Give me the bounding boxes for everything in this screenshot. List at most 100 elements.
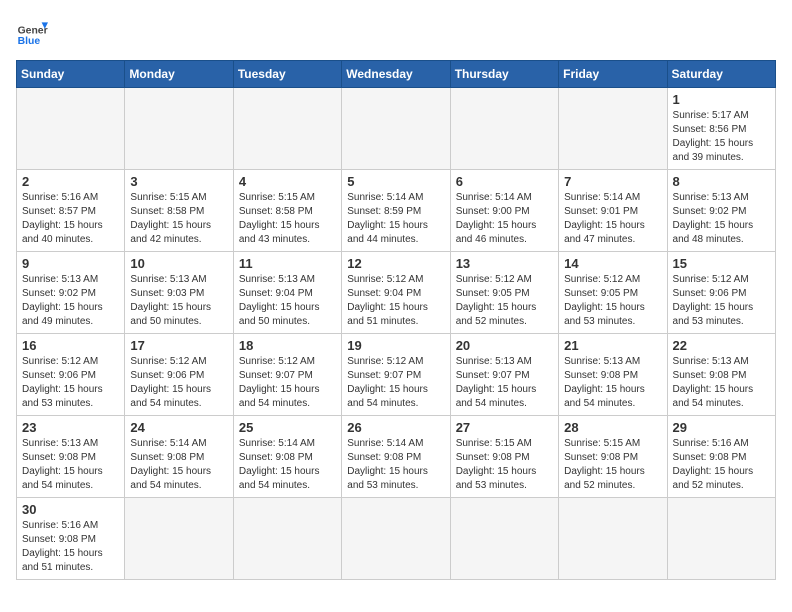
calendar-header: General Blue: [16, 16, 776, 48]
day-number: 8: [673, 174, 770, 189]
day-info: Sunrise: 5:13 AM Sunset: 9:02 PM Dayligh…: [22, 273, 119, 329]
day-number: 28: [564, 420, 661, 435]
day-number: 30: [22, 502, 119, 517]
day-info: Sunrise: 5:12 AM Sunset: 9:05 PM Dayligh…: [564, 273, 661, 329]
col-monday: Monday: [125, 61, 233, 88]
day-number: 27: [456, 420, 553, 435]
calendar-cell: [125, 88, 233, 170]
day-info: Sunrise: 5:15 AM Sunset: 8:58 PM Dayligh…: [130, 191, 227, 247]
day-info: Sunrise: 5:16 AM Sunset: 9:08 PM Dayligh…: [673, 437, 770, 493]
calendar-cell: 13 Sunrise: 5:12 AM Sunset: 9:05 PM Dayli…: [450, 252, 558, 334]
week-row-3: 16 Sunrise: 5:12 AM Sunset: 9:06 PM Dayli…: [17, 334, 776, 416]
day-number: 14: [564, 256, 661, 271]
calendar-cell: [559, 498, 667, 580]
day-number: 3: [130, 174, 227, 189]
day-info: Sunrise: 5:15 AM Sunset: 8:58 PM Dayligh…: [239, 191, 336, 247]
col-saturday: Saturday: [667, 61, 775, 88]
logo-icon: General Blue: [16, 16, 48, 48]
calendar-cell: 15Sunrise: 5:12 AM Sunset: 9:06 PM Dayli…: [667, 252, 775, 334]
calendar-cell: 5Sunrise: 5:14 AM Sunset: 8:59 PM Daylig…: [342, 170, 450, 252]
calendar-cell: 8 Sunrise: 5:13 AM Sunset: 9:02 PM Daylig…: [667, 170, 775, 252]
calendar-cell: 28 Sunrise: 5:15 AM Sunset: 9:08 PM Dayli…: [559, 416, 667, 498]
week-row-0: 1 Sunrise: 5:17 AM Sunset: 8:56 PM Daylig…: [17, 88, 776, 170]
day-info: Sunrise: 5:14 AM Sunset: 9:08 PM Dayligh…: [239, 437, 336, 493]
calendar-cell: [233, 88, 341, 170]
day-number: 7: [564, 174, 661, 189]
day-info: Sunrise: 5:14 AM Sunset: 9:01 PM Dayligh…: [564, 191, 661, 247]
day-number: 29: [673, 420, 770, 435]
calendar-cell: 18Sunrise: 5:12 AM Sunset: 9:07 PM Dayli…: [233, 334, 341, 416]
calendar-cell: [450, 498, 558, 580]
logo: General Blue: [16, 16, 48, 48]
calendar-cell: 19 Sunrise: 5:12 AM Sunset: 9:07 PM Dayli…: [342, 334, 450, 416]
calendar-cell: 23 Sunrise: 5:13 AM Sunset: 9:08 PM Dayli…: [17, 416, 125, 498]
calendar-cell: 30 Sunrise: 5:16 AM Sunset: 9:08 PM Dayli…: [17, 498, 125, 580]
week-row-1: 2Sunrise: 5:16 AM Sunset: 8:57 PM Daylig…: [17, 170, 776, 252]
day-info: Sunrise: 5:17 AM Sunset: 8:56 PM Dayligh…: [673, 109, 770, 165]
calendar-cell: 29 Sunrise: 5:16 AM Sunset: 9:08 PM Dayli…: [667, 416, 775, 498]
calendar-cell: 10Sunrise: 5:13 AM Sunset: 9:03 PM Dayli…: [125, 252, 233, 334]
day-number: 13: [456, 256, 553, 271]
day-info: Sunrise: 5:14 AM Sunset: 9:00 PM Dayligh…: [456, 191, 553, 247]
day-info: Sunrise: 5:13 AM Sunset: 9:08 PM Dayligh…: [673, 355, 770, 411]
calendar-cell: [17, 88, 125, 170]
day-info: Sunrise: 5:12 AM Sunset: 9:07 PM Dayligh…: [347, 355, 444, 411]
day-number: 10: [130, 256, 227, 271]
calendar-cell: 24Sunrise: 5:14 AM Sunset: 9:08 PM Dayli…: [125, 416, 233, 498]
day-number: 23: [22, 420, 119, 435]
calendar-cell: 22Sunrise: 5:13 AM Sunset: 9:08 PM Dayli…: [667, 334, 775, 416]
day-info: Sunrise: 5:13 AM Sunset: 9:02 PM Dayligh…: [673, 191, 770, 247]
day-info: Sunrise: 5:16 AM Sunset: 9:08 PM Dayligh…: [22, 519, 119, 575]
calendar-cell: 4Sunrise: 5:15 AM Sunset: 8:58 PM Daylig…: [233, 170, 341, 252]
calendar-cell: 2Sunrise: 5:16 AM Sunset: 8:57 PM Daylig…: [17, 170, 125, 252]
day-info: Sunrise: 5:13 AM Sunset: 9:04 PM Dayligh…: [239, 273, 336, 329]
calendar-cell: 14 Sunrise: 5:12 AM Sunset: 9:05 PM Dayli…: [559, 252, 667, 334]
svg-text:General: General: [18, 26, 48, 37]
calendar-cell: 21 Sunrise: 5:13 AM Sunset: 9:08 PM Dayli…: [559, 334, 667, 416]
calendar-cell: 17Sunrise: 5:12 AM Sunset: 9:06 PM Dayli…: [125, 334, 233, 416]
day-info: Sunrise: 5:15 AM Sunset: 9:08 PM Dayligh…: [564, 437, 661, 493]
calendar-cell: 3 Sunrise: 5:15 AM Sunset: 8:58 PM Daylig…: [125, 170, 233, 252]
day-info: Sunrise: 5:14 AM Sunset: 9:08 PM Dayligh…: [130, 437, 227, 493]
calendar-cell: [233, 498, 341, 580]
calendar-cell: [559, 88, 667, 170]
day-info: Sunrise: 5:14 AM Sunset: 8:59 PM Dayligh…: [347, 191, 444, 247]
day-info: Sunrise: 5:14 AM Sunset: 9:08 PM Dayligh…: [347, 437, 444, 493]
day-number: 21: [564, 338, 661, 353]
day-number: 6: [456, 174, 553, 189]
day-number: 16: [22, 338, 119, 353]
day-info: Sunrise: 5:12 AM Sunset: 9:06 PM Dayligh…: [673, 273, 770, 329]
calendar-cell: 25 Sunrise: 5:14 AM Sunset: 9:08 PM Dayli…: [233, 416, 341, 498]
day-number: 25: [239, 420, 336, 435]
col-thursday: Thursday: [450, 61, 558, 88]
day-number: 12: [347, 256, 444, 271]
calendar-cell: 20 Sunrise: 5:13 AM Sunset: 9:07 PM Dayli…: [450, 334, 558, 416]
calendar-cell: 7 Sunrise: 5:14 AM Sunset: 9:01 PM Daylig…: [559, 170, 667, 252]
day-info: Sunrise: 5:13 AM Sunset: 9:07 PM Dayligh…: [456, 355, 553, 411]
calendar-cell: 12 Sunrise: 5:12 AM Sunset: 9:04 PM Dayli…: [342, 252, 450, 334]
col-tuesday: Tuesday: [233, 61, 341, 88]
day-number: 11: [239, 256, 336, 271]
day-info: Sunrise: 5:12 AM Sunset: 9:05 PM Dayligh…: [456, 273, 553, 329]
day-info: Sunrise: 5:12 AM Sunset: 9:07 PM Dayligh…: [239, 355, 336, 411]
header-row: Sunday Monday Tuesday Wednesday Thursday…: [17, 61, 776, 88]
calendar-cell: 1 Sunrise: 5:17 AM Sunset: 8:56 PM Daylig…: [667, 88, 775, 170]
day-number: 9: [22, 256, 119, 271]
day-number: 20: [456, 338, 553, 353]
calendar-cell: [667, 498, 775, 580]
day-info: Sunrise: 5:12 AM Sunset: 9:04 PM Dayligh…: [347, 273, 444, 329]
day-number: 19: [347, 338, 444, 353]
calendar-cell: 27Sunrise: 5:15 AM Sunset: 9:08 PM Dayli…: [450, 416, 558, 498]
day-info: Sunrise: 5:13 AM Sunset: 9:08 PM Dayligh…: [564, 355, 661, 411]
calendar-cell: 6 Sunrise: 5:14 AM Sunset: 9:00 PM Daylig…: [450, 170, 558, 252]
day-info: Sunrise: 5:12 AM Sunset: 9:06 PM Dayligh…: [22, 355, 119, 411]
week-row-2: 9 Sunrise: 5:13 AM Sunset: 9:02 PM Daylig…: [17, 252, 776, 334]
day-number: 17: [130, 338, 227, 353]
day-info: Sunrise: 5:13 AM Sunset: 9:08 PM Dayligh…: [22, 437, 119, 493]
col-friday: Friday: [559, 61, 667, 88]
week-row-5: 30 Sunrise: 5:16 AM Sunset: 9:08 PM Dayli…: [17, 498, 776, 580]
day-number: 1: [673, 92, 770, 107]
calendar-cell: [342, 498, 450, 580]
calendar-cell: 9 Sunrise: 5:13 AM Sunset: 9:02 PM Daylig…: [17, 252, 125, 334]
calendar-cell: 26Sunrise: 5:14 AM Sunset: 9:08 PM Dayli…: [342, 416, 450, 498]
